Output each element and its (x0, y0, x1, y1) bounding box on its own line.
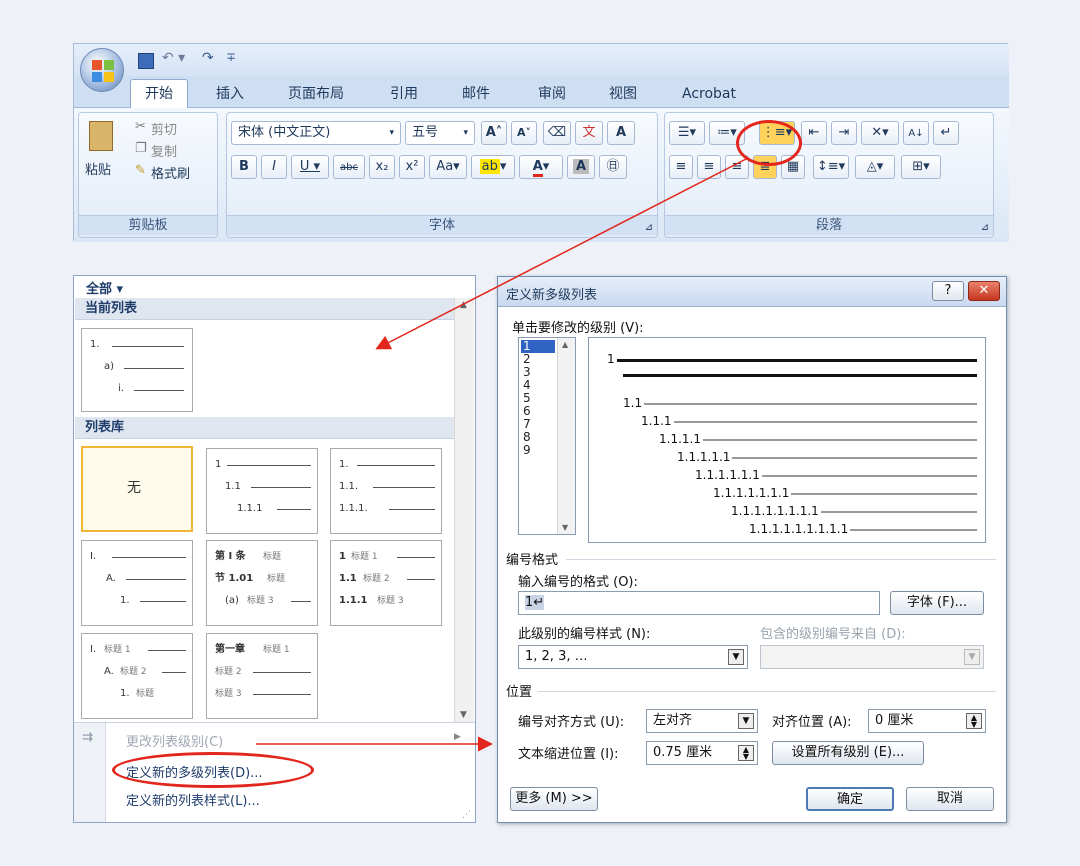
arrow-to-gallery (375, 157, 749, 350)
annotation-arrows (256, 157, 749, 752)
